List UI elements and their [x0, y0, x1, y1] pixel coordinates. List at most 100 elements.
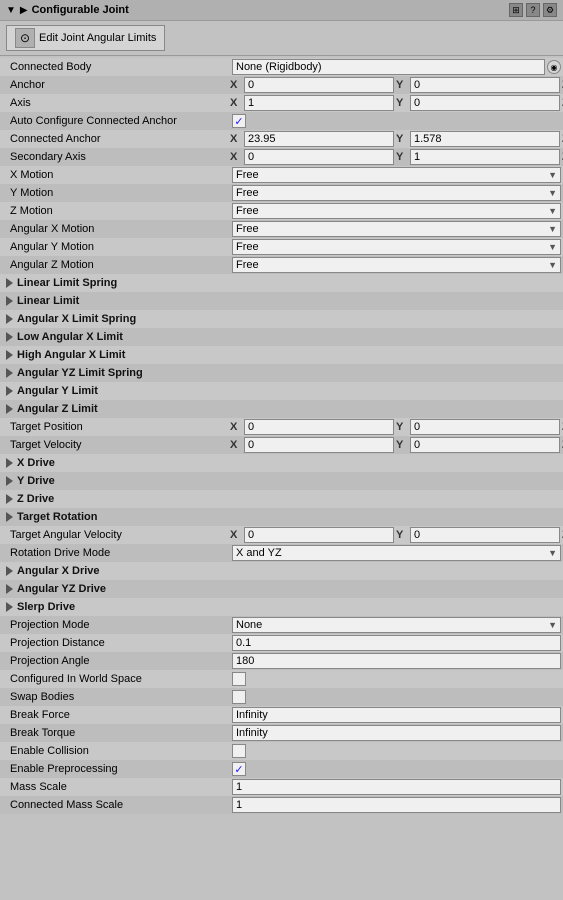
break-force-input[interactable]: [232, 707, 561, 723]
linear-limit-spring-arrow: [6, 278, 13, 288]
angular-x-motion-dropdown[interactable]: Free ▼: [232, 221, 561, 237]
mass-scale-row: Mass Scale: [0, 778, 563, 796]
tav-y-label: Y: [396, 529, 408, 541]
y-motion-text: Free: [236, 187, 259, 199]
x-motion-row: X Motion Free ▼: [0, 166, 563, 184]
anchor-row: Anchor X Y Z: [0, 76, 563, 94]
angular-yz-limit-spring-section[interactable]: Angular YZ Limit Spring: [0, 364, 563, 382]
angular-z-limit-section[interactable]: Angular Z Limit: [0, 400, 563, 418]
y-motion-row: Y Motion Free ▼: [0, 184, 563, 202]
swap-bodies-row: Swap Bodies: [0, 688, 563, 706]
angular-y-motion-value: Free ▼: [230, 239, 563, 255]
x-motion-label: X Motion: [0, 169, 230, 181]
info-icon[interactable]: ?: [526, 3, 540, 17]
gear-icon[interactable]: ⚙: [543, 3, 557, 17]
break-force-row: Break Force: [0, 706, 563, 724]
target-position-x-label: X: [230, 421, 242, 433]
angular-x-drive-section[interactable]: Angular X Drive: [0, 562, 563, 580]
connected-body-pick[interactable]: ◉: [547, 60, 561, 74]
angular-y-motion-row: Angular Y Motion Free ▼: [0, 238, 563, 256]
edit-joint-button[interactable]: ⊙ Edit Joint Angular Limits: [6, 25, 165, 51]
component-icon: ▶: [20, 5, 28, 16]
angular-yz-limit-spring-label: Angular YZ Limit Spring: [17, 367, 143, 379]
angular-z-motion-text: Free: [236, 259, 259, 271]
tav-x-input[interactable]: [244, 527, 394, 543]
target-angular-velocity-row: Target Angular Velocity X Y Z: [0, 526, 563, 544]
slerp-drive-section[interactable]: Slerp Drive: [0, 598, 563, 616]
target-rotation-section[interactable]: Target Rotation: [0, 508, 563, 526]
secondary-axis-y-input[interactable]: [410, 149, 560, 165]
enable-collision-checkbox[interactable]: [232, 744, 246, 758]
secondary-axis-y-label: Y: [396, 151, 408, 163]
connected-mass-scale-input[interactable]: [232, 797, 561, 813]
title-label: Configurable Joint: [32, 4, 129, 16]
tav-x-label: X: [230, 529, 242, 541]
connected-anchor-x-input[interactable]: [244, 131, 394, 147]
target-position-y-input[interactable]: [410, 419, 560, 435]
axis-y-input[interactable]: [410, 95, 560, 111]
x-drive-section[interactable]: X Drive: [0, 454, 563, 472]
z-motion-row: Z Motion Free ▼: [0, 202, 563, 220]
auto-configure-row: Auto Configure Connected Anchor: [0, 112, 563, 130]
collapse-icon[interactable]: ▼: [6, 5, 16, 16]
target-velocity-row: Target Velocity X Y Z: [0, 436, 563, 454]
y-drive-section[interactable]: Y Drive: [0, 472, 563, 490]
x-motion-dropdown[interactable]: Free ▼: [232, 167, 561, 183]
angular-y-motion-dropdown[interactable]: Free ▼: [232, 239, 561, 255]
bookmark-icon[interactable]: ⊞: [509, 3, 523, 17]
angular-yz-drive-section[interactable]: Angular YZ Drive: [0, 580, 563, 598]
linear-limit-spring-section[interactable]: Linear Limit Spring: [0, 274, 563, 292]
axis-x-label: X: [230, 97, 242, 109]
angular-z-motion-value: Free ▼: [230, 257, 563, 273]
auto-configure-checkbox[interactable]: [232, 114, 246, 128]
mass-scale-label: Mass Scale: [0, 781, 230, 793]
target-velocity-x-label: X: [230, 439, 242, 451]
rotation-drive-mode-dropdown[interactable]: X and YZ ▼: [232, 545, 561, 561]
secondary-axis-x-input[interactable]: [244, 149, 394, 165]
low-angular-x-limit-arrow: [6, 332, 13, 342]
enable-preprocessing-label: Enable Preprocessing: [0, 763, 230, 775]
swap-bodies-checkbox[interactable]: [232, 690, 246, 704]
connected-anchor-x-label: X: [230, 133, 242, 145]
angular-x-drive-label: Angular X Drive: [17, 565, 100, 577]
high-angular-x-limit-arrow: [6, 350, 13, 360]
secondary-axis-row: Secondary Axis X Y Z: [0, 148, 563, 166]
z-motion-value: Free ▼: [230, 203, 563, 219]
edit-joint-icon: ⊙: [15, 28, 35, 48]
angular-x-limit-spring-section[interactable]: Angular X Limit Spring: [0, 310, 563, 328]
anchor-x-input[interactable]: [244, 77, 394, 93]
target-velocity-y-input[interactable]: [410, 437, 560, 453]
anchor-y-input[interactable]: [410, 77, 560, 93]
linear-limit-section[interactable]: Linear Limit: [0, 292, 563, 310]
angular-z-motion-dropdown[interactable]: Free ▼: [232, 257, 561, 273]
mass-scale-input[interactable]: [232, 779, 561, 795]
projection-angle-input[interactable]: [232, 653, 561, 669]
configured-in-world-space-checkbox[interactable]: [232, 672, 246, 686]
break-torque-row: Break Torque: [0, 724, 563, 742]
anchor-y-label: Y: [396, 79, 408, 91]
connected-body-input[interactable]: [232, 59, 545, 75]
low-angular-x-limit-section[interactable]: Low Angular X Limit: [0, 328, 563, 346]
enable-preprocessing-checkbox[interactable]: [232, 762, 246, 776]
z-drive-section[interactable]: Z Drive: [0, 490, 563, 508]
projection-distance-label: Projection Distance: [0, 637, 230, 649]
connected-body-value: ◉: [230, 59, 563, 75]
projection-mode-dropdown[interactable]: None ▼: [232, 617, 561, 633]
projection-distance-input[interactable]: [232, 635, 561, 651]
angular-x-motion-label: Angular X Motion: [0, 223, 230, 235]
linear-limit-spring-label: Linear Limit Spring: [17, 277, 117, 289]
secondary-axis-xyz: X Y Z: [230, 149, 563, 165]
high-angular-x-limit-section[interactable]: High Angular X Limit: [0, 346, 563, 364]
angular-y-limit-section[interactable]: Angular Y Limit: [0, 382, 563, 400]
y-motion-dropdown[interactable]: Free ▼: [232, 185, 561, 201]
tav-y-input[interactable]: [410, 527, 560, 543]
angular-z-limit-arrow: [6, 404, 13, 414]
axis-x-input[interactable]: [244, 95, 394, 111]
break-torque-input[interactable]: [232, 725, 561, 741]
connected-anchor-y-input[interactable]: [410, 131, 560, 147]
target-position-x-input[interactable]: [244, 419, 394, 435]
z-motion-dropdown[interactable]: Free ▼: [232, 203, 561, 219]
configured-in-world-space-value: [230, 672, 563, 686]
target-velocity-x-input[interactable]: [244, 437, 394, 453]
enable-collision-label: Enable Collision: [0, 745, 230, 757]
